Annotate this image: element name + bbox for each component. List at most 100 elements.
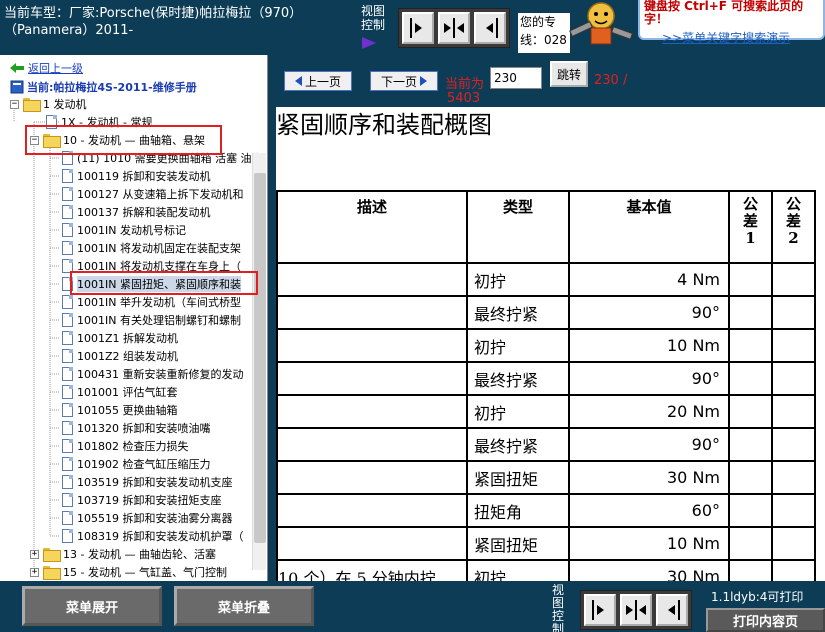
tree-doc-item[interactable]: 101902 检查气缸压缩压力: [62, 455, 211, 473]
tree-item-label: 101320 拆卸和安装喷油嘴: [77, 422, 211, 435]
menu-tree-scroll-thumb[interactable]: [254, 173, 266, 543]
document-icon: [62, 169, 73, 183]
tolerance-2-cell: [771, 295, 816, 330]
tree-item-label: 100119 拆卸和安装发动机: [77, 170, 211, 183]
table-row: 10 个）在 5 分钟内拧 初拧 30 Nm: [276, 559, 816, 581]
first-page-button[interactable]: [402, 12, 434, 44]
tree-doc-item[interactable]: 100119 拆卸和安装发动机: [62, 167, 211, 185]
expand-icon[interactable]: +: [30, 549, 39, 559]
tree-folder-item[interactable]: − 1 发动机: [10, 95, 87, 113]
type-cell: 初拧: [466, 328, 570, 363]
tolerance-1-cell: [728, 394, 773, 429]
manual-icon: [10, 80, 24, 94]
tree-item-label: 15 - 发动机 — 气缸盖、气门控制: [63, 566, 227, 579]
last-page-button[interactable]: [474, 12, 506, 44]
value-cell: 90°: [568, 361, 730, 396]
document-icon: [62, 313, 73, 327]
last-page-button-bottom[interactable]: [656, 594, 688, 626]
collapse-icon[interactable]: −: [10, 99, 19, 109]
value-cell: 4 Nm: [568, 262, 730, 297]
document-icon: [62, 439, 73, 453]
type-cell: 初拧: [466, 559, 570, 581]
description-cell: [276, 328, 468, 363]
page-toolbar: 上一页 下一页 当前为 跳转 230 /: [276, 55, 825, 107]
tolerance-1-cell: [728, 328, 773, 363]
document-content: 紧固顺序和装配概图 描述 类型 基本值 公 差 1 公 差 2 初拧 4 Nm 最终…: [276, 107, 825, 581]
value-cell: 60°: [568, 493, 730, 528]
tree-doc-item[interactable]: 1001IN 将发动机固定在装配支架: [62, 239, 241, 257]
fit-view-button[interactable]: [438, 12, 470, 44]
tree-folder-item[interactable]: +15 - 发动机 — 气缸盖、气门控制: [30, 563, 227, 581]
tree-item-label: 1001IN 将发动机固定在装配支架: [77, 242, 241, 255]
tree-doc-item[interactable]: 100431 重新安装重新修复的发动: [62, 365, 244, 383]
back-link[interactable]: 返回上一级: [28, 60, 83, 76]
next-page-button[interactable]: 下一页: [370, 71, 438, 91]
collapse-menu-button[interactable]: 菜单折叠: [174, 586, 314, 626]
tree-doc-item[interactable]: 100137 拆解和装配发动机: [62, 203, 211, 221]
expand-icon[interactable]: +: [30, 567, 39, 577]
view-control-label-bottom: 视图控制: [552, 583, 565, 632]
value-cell: 10 Nm: [568, 328, 730, 363]
tolerance-2-cell: [771, 559, 816, 581]
tree-item-label: 105519 拆卸和安装油雾分离器: [77, 512, 233, 525]
document-icon: [62, 187, 73, 201]
table-row: 最终拧紧 90°: [276, 361, 816, 396]
tree-doc-item[interactable]: 103519 拆卸和安装发动机支座: [62, 473, 233, 491]
first-page-icon: [592, 600, 604, 620]
menu-tree-scrollbar[interactable]: [252, 153, 266, 570]
tree-item-label: 1001Z2 组装发动机: [77, 350, 179, 363]
document-icon: [62, 385, 73, 399]
current-page-label: 当前为: [445, 77, 485, 92]
table-row: 初拧 4 Nm: [276, 262, 816, 297]
document-icon: [62, 493, 73, 507]
tolerance-2-cell: [771, 361, 816, 396]
tree-doc-item[interactable]: 1001IN 有关处理铝制螺钉和螺制: [62, 311, 241, 329]
type-cell: 最终拧紧: [466, 427, 570, 462]
column-header-tolerance-1: 公 差 1: [728, 190, 773, 264]
tree-doc-item[interactable]: 1001Z2 组装发动机: [62, 347, 178, 365]
first-page-button-bottom[interactable]: [584, 594, 616, 626]
tree-item-label: 1001IN 发动机号标记: [77, 224, 186, 237]
tolerance-1-cell: [728, 361, 773, 396]
table-body: 初拧 4 Nm 最终拧紧 90° 初拧 10 Nm 最终拧紧 90° 初拧 20 Nm 最终拧紧 90…: [276, 262, 816, 581]
column-header-base-value: 基本值: [568, 190, 730, 264]
tree-doc-item[interactable]: 103719 拆卸和安装扭矩支座: [62, 491, 222, 509]
expand-menu-button[interactable]: 菜单展开: [22, 586, 162, 626]
tree-doc-item[interactable]: 108319 拆卸和安装发动机护罩（: [62, 527, 244, 545]
description-cell: [276, 295, 468, 330]
search-demo-link[interactable]: >>菜单关键字搜索演示: [662, 29, 819, 46]
folder-icon: [23, 98, 41, 112]
tol1-char-3: 1: [745, 229, 756, 247]
type-cell: 初拧: [466, 394, 570, 429]
document-icon: [62, 457, 73, 471]
tree-doc-item[interactable]: 1001IN 发动机号标记: [62, 221, 186, 239]
page-number-input[interactable]: [490, 67, 542, 89]
tolerance-1-cell: [728, 526, 773, 561]
tree-doc-item[interactable]: 1001IN 举升发动机（车间式桥型: [62, 293, 241, 311]
back-link-row[interactable]: 返回上一级: [10, 60, 83, 76]
tree-doc-item[interactable]: 101001 评估气缸套: [62, 383, 178, 401]
table-row: 最终拧紧 90°: [276, 427, 816, 462]
tree-item-label: 1001IN 举升发动机（车间式桥型: [77, 296, 241, 309]
tree-doc-item[interactable]: 105519 拆卸和安装油雾分离器: [62, 509, 233, 527]
document-icon: [62, 367, 73, 381]
tolerance-1-cell: [728, 493, 773, 528]
tree-folder-item[interactable]: +13 - 发动机 — 曲轴齿轮、活塞: [30, 545, 216, 563]
tolerance-2-cell: [771, 460, 816, 495]
tree-doc-item[interactable]: 101802 检查压力损失: [62, 437, 189, 455]
jump-button[interactable]: 跳转: [550, 61, 588, 87]
tree-item-label: 101902 检查气缸压缩压力: [77, 458, 211, 471]
tree-doc-item[interactable]: 101320 拆卸和安装喷油嘴: [62, 419, 211, 437]
tree-doc-item[interactable]: 101055 更换曲轴箱: [62, 401, 178, 419]
fit-view-button-bottom[interactable]: [620, 594, 652, 626]
prev-page-button[interactable]: 上一页: [284, 71, 352, 91]
tree-doc-item[interactable]: 1001Z1 拆解发动机: [62, 329, 178, 347]
last-page-icon: [668, 600, 680, 620]
tree-item-label: 103719 拆卸和安装扭矩支座: [77, 494, 222, 507]
tree-doc-item[interactable]: 100127 从变速箱上拆下发动机和: [62, 185, 244, 203]
print-page-button[interactable]: 打印内容页: [706, 608, 825, 632]
document-icon: [62, 205, 73, 219]
document-heading: 紧固顺序和装配概图: [276, 111, 492, 139]
page-total-count: 5403: [447, 91, 481, 106]
view-control-buttons: [398, 8, 510, 48]
